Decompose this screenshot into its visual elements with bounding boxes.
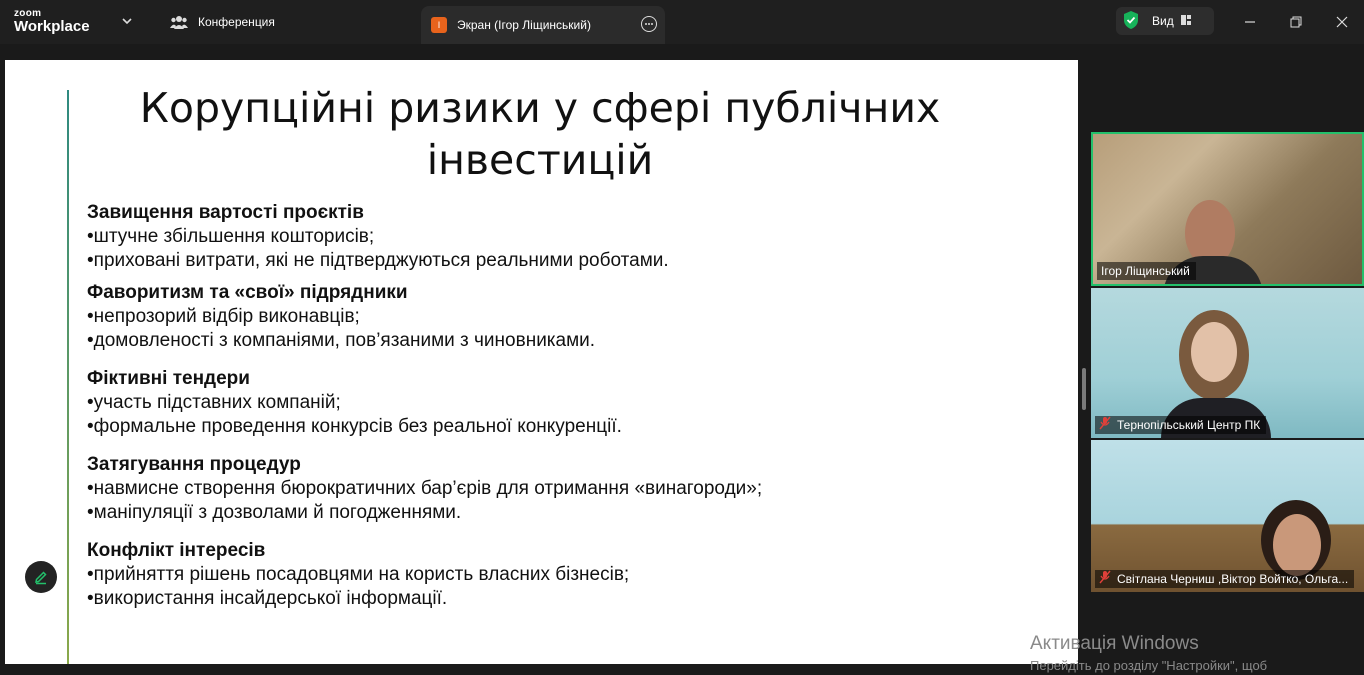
brand-bottom: Workplace: [14, 18, 90, 35]
close-icon[interactable]: [1332, 12, 1352, 32]
view-layout-icon[interactable]: [1180, 14, 1192, 29]
muted-mic-icon: [1099, 570, 1111, 588]
bullet-item: •штучне збільшення кошторисів;: [87, 226, 375, 247]
slide-section: Фіктивні тендери •участь підставних комп…: [87, 367, 1047, 439]
zoom-workplace-logo: zoom Workplace: [14, 9, 90, 35]
bullet-item: •участь підставних компаній;: [87, 392, 341, 413]
slide-section: Конфлікт інтересів •прийняття рішень пос…: [87, 539, 1047, 611]
view-toolbar: Вид: [1116, 7, 1214, 35]
participant-face: [1191, 322, 1237, 382]
participant-name: Світлана Черниш ,Віктор Войтко, Ольга...: [1117, 572, 1349, 586]
tab-screen-share[interactable]: І Экран (Ігор Ліщинський): [421, 6, 665, 44]
annotate-pen-button[interactable]: [25, 561, 57, 593]
shield-icon[interactable]: [1122, 10, 1140, 33]
screen-share-tab-icon-letter: І: [437, 20, 441, 30]
tab-conference[interactable]: Конференция: [170, 0, 275, 44]
bullet-item: •домовленості з компаніями, пов’язаними …: [87, 330, 596, 351]
bullet-item: •непрозорий відбір виконавців;: [87, 306, 360, 327]
slide-accent-bar: [67, 90, 69, 664]
section-heading: Затягування процедур: [87, 454, 301, 475]
bullet-item: •використання інсайдерської інформації.: [87, 588, 448, 609]
muted-mic-icon: [1099, 416, 1111, 434]
watermark-title: Активація Windows: [1030, 633, 1199, 654]
minimize-icon[interactable]: [1240, 12, 1260, 32]
slide-section: Затягування процедур •навмисне створення…: [87, 453, 1047, 525]
section-heading: Фіктивні тендери: [87, 368, 250, 389]
bullet-item: •прийняття рішень посадовцями на користь…: [87, 564, 630, 585]
windows-activation-watermark: Активація Windows Перейдіть до розділу "…: [1030, 633, 1267, 675]
video-tile[interactable]: Світлана Черниш ,Віктор Войтко, Ольга...: [1091, 440, 1364, 592]
slide-section: Фаворитизм та «свої» підрядники •непрозо…: [87, 281, 1047, 353]
participant-name-tag: Світлана Черниш ,Віктор Войтко, Ольга...: [1095, 570, 1355, 588]
participant-face: [1273, 514, 1321, 576]
participants-icon: [170, 16, 188, 29]
participant-name: Тернопільський Центр ПК: [1117, 418, 1261, 432]
pen-icon: [35, 571, 47, 585]
view-button[interactable]: Вид: [1152, 14, 1174, 28]
video-tile[interactable]: Ігор Ліщинський: [1091, 132, 1364, 286]
section-heading: Завищення вартості проєктів: [87, 202, 364, 223]
section-heading: Фаворитизм та «свої» підрядники: [87, 282, 408, 303]
bullet-item: •формальне проведення конкурсів без реал…: [87, 416, 622, 437]
section-heading: Конфлікт інтересів: [87, 540, 266, 561]
participant-name-tag: Тернопільський Центр ПК: [1095, 416, 1267, 434]
participant-name: Ігор Ліщинський: [1101, 264, 1190, 278]
slide-title: Корупційні ризики у сфері публічних інве…: [139, 84, 941, 184]
bullet-item: •навмисне створення бюрократичних бар’єр…: [87, 478, 763, 499]
tab-conference-label: Конференция: [198, 15, 275, 29]
bullet-item: •маніпуляції з дозволами й погодженнями.: [87, 502, 462, 523]
restore-icon[interactable]: [1286, 12, 1306, 32]
video-tile[interactable]: Тернопільський Центр ПК: [1091, 288, 1364, 438]
tab-screen-label: Экран (Ігор Ліщинський): [457, 18, 591, 32]
bullet-item: •приховані витрати, які не підтверджують…: [87, 250, 669, 271]
slide-body: Завищення вартості проєктів •штучне збіл…: [87, 201, 1047, 619]
screen-share-tab-icon: І: [431, 17, 447, 33]
title-bar: zoom Workplace Конференция І Экран (Ігор…: [0, 0, 1364, 44]
slide-section: Завищення вартості проєктів •штучне збіл…: [87, 201, 1047, 273]
chevron-down-icon[interactable]: [120, 14, 134, 28]
watermark-subtitle: Перейдіть до розділу "Настройки", щоб: [1030, 658, 1268, 673]
panel-resize-handle[interactable]: [1082, 368, 1086, 410]
more-options-icon[interactable]: [641, 16, 657, 32]
participant-name-tag: Ігор Ліщинський: [1097, 262, 1196, 280]
